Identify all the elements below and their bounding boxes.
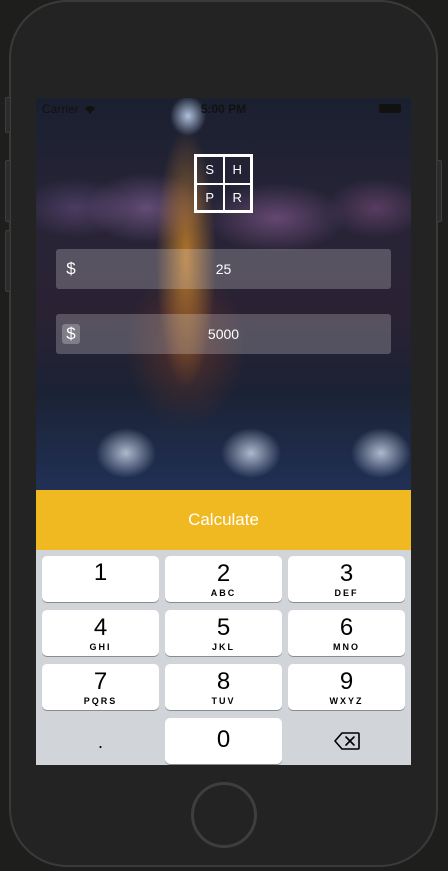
app-logo: S H P R xyxy=(194,154,253,213)
key-4[interactable]: 4 GHI xyxy=(42,610,159,656)
total-value: 5000 xyxy=(207,326,240,342)
key-digit: 7 xyxy=(93,668,108,695)
key-letters: DEF xyxy=(334,588,359,598)
key-digit: 0 xyxy=(216,726,231,753)
silent-switch xyxy=(5,97,11,133)
key-8[interactable]: 8 TUV xyxy=(165,664,282,710)
key-6[interactable]: 6 MNO xyxy=(288,610,405,656)
key-letters: PQRS xyxy=(83,696,118,706)
key-1[interactable]: 1 xyxy=(42,556,159,602)
key-0[interactable]: 0 xyxy=(165,718,282,764)
power-button xyxy=(436,160,442,222)
key-letters: MNO xyxy=(333,642,360,652)
volume-down-button xyxy=(5,230,11,292)
key-letters: GHI xyxy=(89,642,112,652)
key-letters: WXYZ xyxy=(329,696,364,706)
total-field[interactable]: $ 5000 xyxy=(56,314,391,354)
key-letters: TUV xyxy=(211,696,236,706)
key-5[interactable]: 5 JKL xyxy=(165,610,282,656)
key-letters: JKL xyxy=(211,642,235,652)
key-letters: ABC xyxy=(210,588,237,598)
volume-up-button xyxy=(5,160,11,222)
key-decimal[interactable]: . xyxy=(42,718,159,764)
app-screen: Carrier 5:00 PM S H P R $ 25 $ 5000 Calc… xyxy=(36,98,411,765)
logo-letter: R xyxy=(223,183,251,211)
key-9[interactable]: 9 WXYZ xyxy=(288,664,405,710)
logo-letter: H xyxy=(223,156,251,184)
home-button[interactable] xyxy=(191,782,257,848)
key-digit: 2 xyxy=(216,560,231,587)
key-digit: 9 xyxy=(339,668,354,695)
key-digit: 6 xyxy=(339,614,354,641)
logo-letter: S xyxy=(196,156,224,184)
key-digit: 8 xyxy=(216,668,231,695)
logo-letter: P xyxy=(196,183,224,211)
calculate-button[interactable]: Calculate xyxy=(36,490,411,550)
backspace-icon xyxy=(333,732,360,750)
numeric-keypad: 1 2 ABC 3 DEF 4 GHI 5 JKL 6 MNO 7 PQRS 8… xyxy=(36,550,411,765)
amount-field[interactable]: $ 25 xyxy=(56,249,391,289)
key-digit: 1 xyxy=(93,559,108,586)
status-time: 5:00 PM xyxy=(200,102,247,116)
key-digit: . xyxy=(97,732,103,752)
key-digit: 3 xyxy=(339,560,354,587)
key-7[interactable]: 7 PQRS xyxy=(42,664,159,710)
key-digit: 4 xyxy=(93,614,108,641)
key-3[interactable]: 3 DEF xyxy=(288,556,405,602)
status-bar: Carrier 5:00 PM xyxy=(36,98,411,118)
battery-icon xyxy=(379,104,401,113)
amount-value: 25 xyxy=(215,261,232,277)
key-2[interactable]: 2 ABC xyxy=(165,556,282,602)
key-digit: 5 xyxy=(216,614,231,641)
key-delete[interactable] xyxy=(288,718,405,764)
